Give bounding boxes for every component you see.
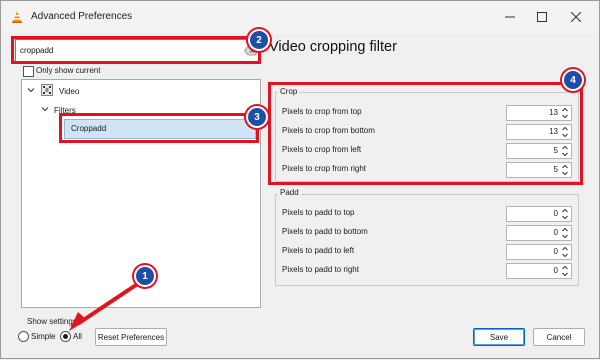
annotation-arrow [69, 281, 141, 331]
annotation-badge-2: 2 [248, 29, 270, 51]
advanced-preferences-window: Advanced Preferences Only show current [0, 0, 600, 359]
annotation-badge-4: 4 [562, 69, 584, 91]
annotation-badge-3: 3 [246, 106, 268, 128]
annotation-badge-1: 1 [134, 265, 156, 287]
